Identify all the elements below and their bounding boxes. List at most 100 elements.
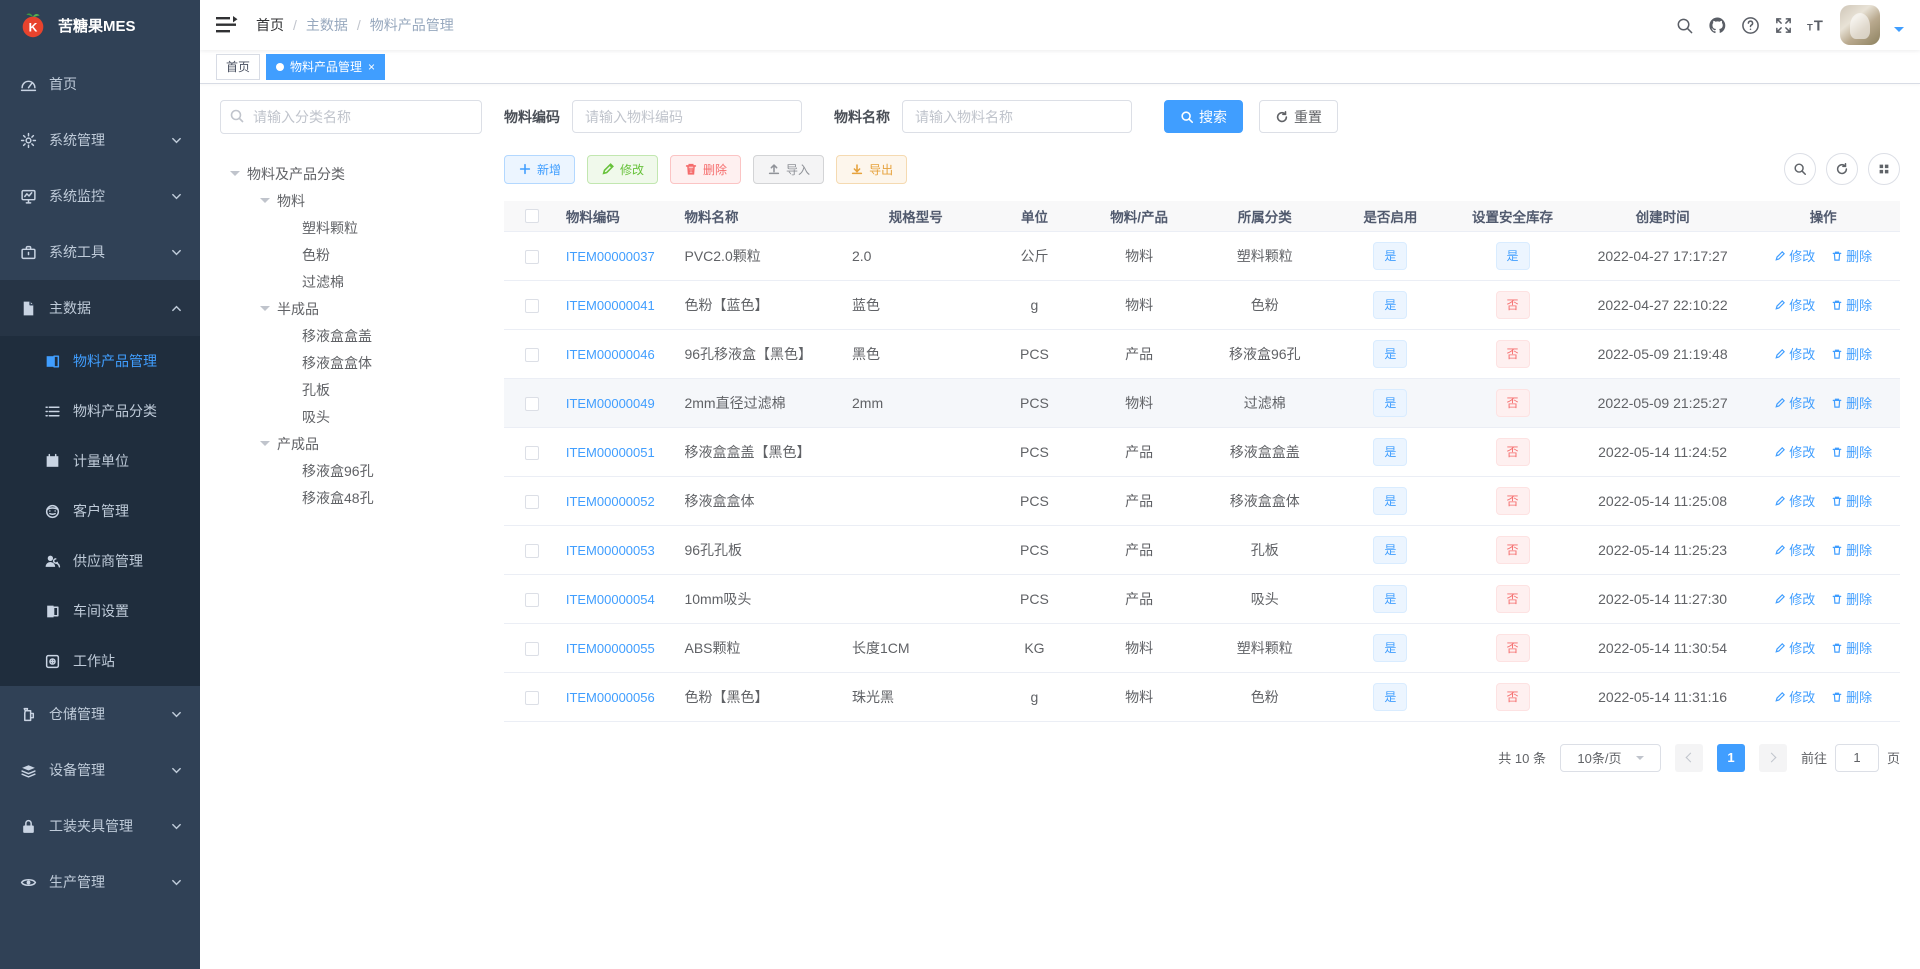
row-edit-link[interactable]: 修改 [1774, 295, 1815, 314]
tree-expand-icon[interactable] [260, 197, 270, 208]
fullscreen-icon[interactable] [1774, 16, 1793, 35]
next-page-button[interactable] [1758, 743, 1787, 772]
row-edit-link[interactable]: 修改 [1774, 246, 1815, 265]
row-checkbox[interactable] [524, 641, 539, 656]
tree-expand-icon[interactable] [260, 305, 270, 316]
tree-node-group[interactable]: 产成品 [220, 430, 482, 457]
sidebar-item-equipment-mgmt[interactable]: 设备管理 [0, 742, 200, 798]
row-checkbox[interactable] [524, 445, 539, 460]
select-all-checkbox[interactable] [524, 209, 539, 224]
row-checkbox[interactable] [524, 298, 539, 313]
material-code-link[interactable]: ITEM00000049 [566, 396, 655, 411]
toggle-search-button[interactable] [1784, 153, 1816, 185]
refresh-button[interactable] [1826, 153, 1858, 185]
page-size-select[interactable]: 10条/页 [1559, 743, 1661, 772]
sidebar-item-material-product-category[interactable]: 物料产品分类 [0, 386, 200, 436]
sidebar-item-system-monitor[interactable]: 系统监控 [0, 168, 200, 224]
row-edit-link[interactable]: 修改 [1774, 540, 1815, 559]
material-code-link[interactable]: ITEM00000037 [566, 249, 655, 264]
row-edit-link[interactable]: 修改 [1774, 344, 1815, 363]
tree-node-leaf[interactable]: 移液盒盒盖 [220, 322, 482, 349]
material-code-link[interactable]: ITEM00000041 [566, 298, 655, 313]
row-edit-link[interactable]: 修改 [1774, 589, 1815, 608]
sidebar-item-system-mgmt[interactable]: 系统管理 [0, 112, 200, 168]
tree-node-group[interactable]: 半成品 [220, 295, 482, 322]
sidebar-toggle-icon[interactable] [216, 16, 238, 34]
export-button[interactable]: 导出 [836, 154, 908, 184]
row-checkbox[interactable] [524, 543, 539, 558]
sidebar-item-workshop-settings[interactable]: 车间设置 [0, 586, 200, 636]
row-checkbox[interactable] [524, 592, 539, 607]
sidebar-item-production-mgmt[interactable]: 生产管理 [0, 854, 200, 910]
row-delete-link[interactable]: 删除 [1831, 687, 1872, 706]
search-button[interactable]: 搜索 [1164, 100, 1243, 133]
row-delete-link[interactable]: 删除 [1831, 540, 1872, 559]
sidebar-item-customer-mgmt[interactable]: 客户管理 [0, 486, 200, 536]
material-code-link[interactable]: ITEM00000055 [566, 641, 655, 656]
sidebar-item-supplier-mgmt[interactable]: 供应商管理 [0, 536, 200, 586]
material-code-link[interactable]: ITEM00000053 [566, 543, 655, 558]
add-button[interactable]: 新增 [504, 154, 576, 184]
tree-node-leaf[interactable]: 移液盒盒体 [220, 349, 482, 376]
row-delete-link[interactable]: 删除 [1831, 638, 1872, 657]
page-number-1[interactable]: 1 [1716, 743, 1745, 772]
edit-button[interactable]: 修改 [587, 154, 659, 184]
tree-node-root[interactable]: 物料及产品分类 [220, 160, 482, 187]
reset-button[interactable]: 重置 [1259, 100, 1338, 133]
github-icon[interactable] [1708, 16, 1727, 35]
tree-node-leaf[interactable]: 色粉 [220, 241, 482, 268]
row-delete-link[interactable]: 删除 [1831, 246, 1872, 265]
tree-node-leaf[interactable]: 孔板 [220, 376, 482, 403]
row-edit-link[interactable]: 修改 [1774, 491, 1815, 510]
material-code-link[interactable]: ITEM00000051 [566, 445, 655, 460]
sidebar-item-system-tools[interactable]: 系统工具 [0, 224, 200, 280]
tree-node-leaf[interactable]: 过滤棉 [220, 268, 482, 295]
row-delete-link[interactable]: 删除 [1831, 295, 1872, 314]
sidebar-item-workstation[interactable]: 工作站 [0, 636, 200, 686]
sidebar-item-master-data[interactable]: 主数据 [0, 280, 200, 336]
category-search-input[interactable] [220, 100, 482, 134]
row-delete-link[interactable]: 删除 [1831, 491, 1872, 510]
breadcrumb-home[interactable]: 首页 [256, 15, 284, 35]
goto-page-input[interactable] [1834, 743, 1879, 772]
prev-page-button[interactable] [1674, 743, 1703, 772]
row-checkbox[interactable] [524, 494, 539, 509]
sidebar-item-fixture-mgmt[interactable]: 工装夹具管理 [0, 798, 200, 854]
avatar[interactable] [1840, 5, 1880, 45]
material-code-link[interactable]: ITEM00000052 [566, 494, 655, 509]
row-delete-link[interactable]: 删除 [1831, 442, 1872, 461]
material-code-link[interactable]: ITEM00000056 [566, 690, 655, 705]
row-checkbox[interactable] [524, 690, 539, 705]
sidebar-item-home[interactable]: 首页 [0, 56, 200, 112]
sidebar-item-measure-unit[interactable]: 计量单位 [0, 436, 200, 486]
tree-node-leaf[interactable]: 吸头 [220, 403, 482, 430]
tree-node-leaf[interactable]: 移液盒48孔 [220, 484, 482, 511]
caret-down-icon[interactable] [1894, 27, 1904, 37]
row-checkbox[interactable] [524, 347, 539, 362]
tree-expand-icon[interactable] [230, 170, 240, 181]
row-checkbox[interactable] [524, 249, 539, 264]
delete-button[interactable]: 删除 [670, 154, 742, 184]
row-checkbox[interactable] [524, 396, 539, 411]
close-icon[interactable]: × [368, 61, 375, 73]
tree-node-leaf[interactable]: 塑料颗粒 [220, 214, 482, 241]
row-delete-link[interactable]: 删除 [1831, 393, 1872, 412]
question-icon[interactable] [1741, 16, 1760, 35]
material-code-link[interactable]: ITEM00000046 [566, 347, 655, 362]
row-delete-link[interactable]: 删除 [1831, 589, 1872, 608]
material-code-input[interactable] [572, 100, 802, 133]
row-edit-link[interactable]: 修改 [1774, 638, 1815, 657]
columns-button[interactable] [1868, 153, 1900, 185]
tab-home[interactable]: 首页 [216, 53, 261, 80]
row-edit-link[interactable]: 修改 [1774, 393, 1815, 412]
row-edit-link[interactable]: 修改 [1774, 687, 1815, 706]
sidebar-item-warehouse-mgmt[interactable]: 仓储管理 [0, 686, 200, 742]
material-code-link[interactable]: ITEM00000054 [566, 592, 655, 607]
row-delete-link[interactable]: 删除 [1831, 344, 1872, 363]
breadcrumb-master-data[interactable]: 主数据 [306, 15, 348, 35]
import-button[interactable]: 导入 [753, 154, 825, 184]
app-logo[interactable]: K 苦糖果MES [0, 0, 200, 50]
tree-expand-icon[interactable] [260, 440, 270, 451]
search-icon[interactable] [1675, 16, 1694, 35]
tree-node-group[interactable]: 物料 [220, 187, 482, 214]
